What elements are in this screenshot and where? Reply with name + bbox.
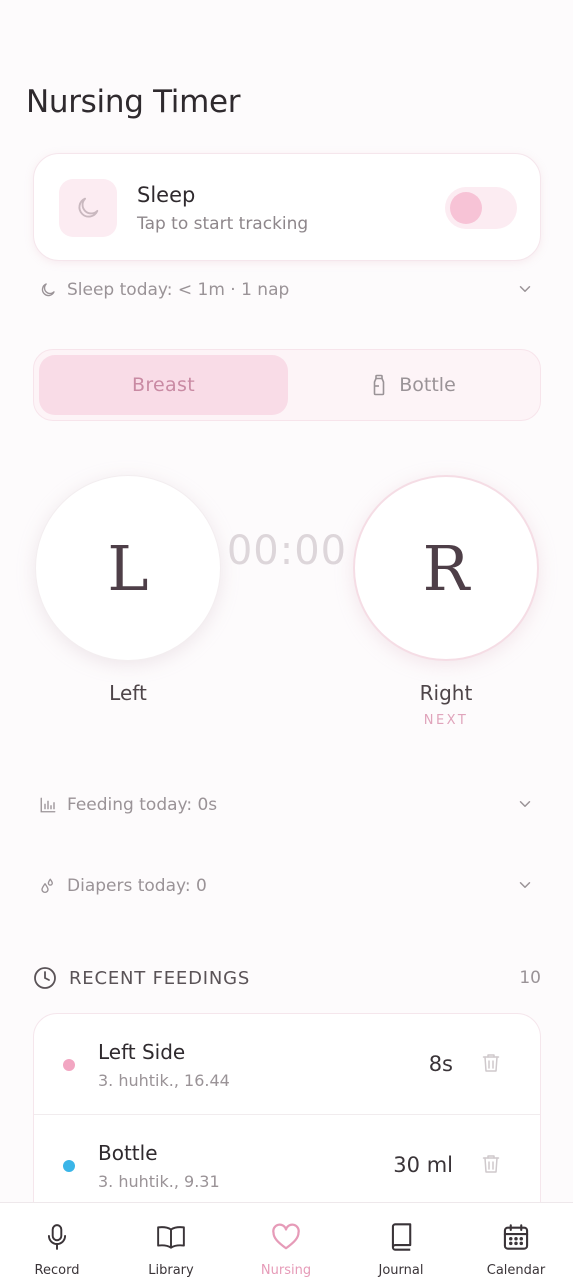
microphone-icon xyxy=(44,1221,70,1253)
diapers-summary-text: Diapers today: 0 xyxy=(67,876,207,896)
right-side-label: Right xyxy=(419,681,473,705)
right-side-button[interactable]: R xyxy=(353,475,539,661)
status-dot xyxy=(63,1059,75,1071)
diapers-summary-row[interactable]: Diapers today: 0 xyxy=(38,871,534,901)
feed-date: 3. huhtik., 16.44 xyxy=(98,1071,230,1090)
sleep-summary-row[interactable]: Sleep today: < 1m · 1 nap xyxy=(38,275,534,305)
book-open-icon xyxy=(156,1221,186,1253)
sleep-summary-text: Sleep today: < 1m · 1 nap xyxy=(67,280,290,300)
feed-value: 8s xyxy=(428,1052,453,1076)
status-dot xyxy=(63,1160,75,1172)
droplets-icon xyxy=(38,876,58,896)
clock-icon xyxy=(33,966,57,990)
heart-icon xyxy=(271,1221,301,1253)
moon-icon xyxy=(59,179,117,237)
nav-item-calendar[interactable]: Calendar xyxy=(459,1203,573,1280)
chevron-down-icon[interactable] xyxy=(516,876,534,899)
feed-date: 3. huhtik., 9.31 xyxy=(98,1172,220,1191)
tab-bottle-label: Bottle xyxy=(399,374,456,396)
right-side-letter: R xyxy=(422,531,470,605)
nav-item-label: Journal xyxy=(378,1263,424,1278)
nav-item-label: Nursing xyxy=(260,1263,312,1278)
trash-icon[interactable] xyxy=(482,1053,500,1077)
sleep-card[interactable]: Sleep Tap to start tracking xyxy=(33,153,541,261)
nav-item-journal[interactable]: Journal xyxy=(344,1203,458,1280)
sleep-title: Sleep xyxy=(137,183,196,207)
list-item[interactable]: Bottle 3. huhtik., 9.31 30 ml xyxy=(34,1115,540,1215)
next-badge: NEXT xyxy=(423,713,469,728)
calendar-icon xyxy=(502,1221,530,1253)
moon-icon xyxy=(38,280,58,300)
nav-item-label: Library xyxy=(148,1263,194,1278)
left-side-button[interactable]: L xyxy=(35,475,221,661)
feed-name: Left Side xyxy=(98,1040,186,1064)
feed-type-segmented-control: Breast Bottle xyxy=(33,349,541,421)
feeding-summary-row[interactable]: Feeding today: 0s xyxy=(38,790,534,820)
nav-item-label: Record xyxy=(34,1263,80,1278)
nav-item-label: Calendar xyxy=(486,1263,546,1278)
tab-breast[interactable]: Breast xyxy=(39,355,288,415)
left-side-letter: L xyxy=(107,531,149,605)
nav-item-record[interactable]: Record xyxy=(0,1203,114,1280)
trash-icon[interactable] xyxy=(482,1154,500,1178)
nav-item-library[interactable]: Library xyxy=(114,1203,228,1280)
bottle-icon xyxy=(371,374,387,396)
feed-value: 30 ml xyxy=(393,1153,453,1177)
journal-icon xyxy=(388,1221,414,1253)
tab-bottle[interactable]: Bottle xyxy=(290,355,537,415)
sleep-subtitle: Tap to start tracking xyxy=(137,214,309,234)
sleep-toggle[interactable] xyxy=(445,187,517,229)
left-side-label: Left xyxy=(109,681,147,705)
list-item[interactable]: Left Side 3. huhtik., 16.44 8s xyxy=(34,1014,540,1115)
toggle-knob xyxy=(450,192,482,224)
feed-name: Bottle xyxy=(98,1141,158,1165)
bottom-nav: Record Library Nursing Journal Calendar xyxy=(0,1202,573,1280)
chevron-down-icon[interactable] xyxy=(516,795,534,818)
page-title: Nursing Timer xyxy=(26,84,241,120)
nav-item-nursing[interactable]: Nursing xyxy=(229,1203,343,1280)
recent-feedings-count: 10 xyxy=(519,968,541,988)
recent-feedings-title: RECENT FEEDINGS xyxy=(69,967,251,989)
feeding-summary-text: Feeding today: 0s xyxy=(67,795,218,815)
chevron-down-icon[interactable] xyxy=(516,280,534,303)
recent-feedings-header: RECENT FEEDINGS 10 xyxy=(33,963,541,993)
bar-chart-icon xyxy=(38,795,58,815)
timer-display: 00:00 xyxy=(226,528,348,574)
tab-breast-label: Breast xyxy=(132,374,195,396)
